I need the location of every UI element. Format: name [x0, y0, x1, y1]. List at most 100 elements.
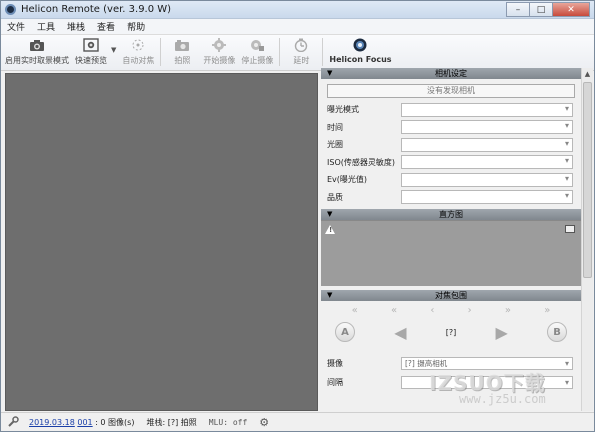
helicon-focus-label: Helicon Focus: [329, 55, 392, 64]
histogram-header[interactable]: ▼ 直方图: [321, 209, 581, 220]
set-a-button[interactable]: A: [335, 322, 355, 342]
menu-stack[interactable]: 堆栈: [67, 20, 85, 33]
step-back-icon[interactable]: ‹: [430, 305, 434, 319]
interval-select[interactable]: [401, 376, 573, 389]
set-b-button[interactable]: B: [547, 322, 567, 342]
panel-scrollbar[interactable]: ▲: [581, 68, 593, 411]
forward-icon[interactable]: »: [505, 305, 511, 319]
fast-forward-icon[interactable]: »: [544, 305, 550, 319]
start-shooting-button[interactable]: 开始摄像: [203, 38, 235, 66]
autofocus-button[interactable]: 自动对焦: [122, 38, 154, 66]
live-view-area[interactable]: [5, 73, 318, 411]
autofocus-label: 自动对焦: [122, 56, 155, 65]
menu-file[interactable]: 文件: [7, 20, 25, 33]
aperture-select[interactable]: [401, 137, 573, 152]
collapse-triangle-icon: ▼: [327, 69, 333, 77]
menu-view[interactable]: 查看: [97, 20, 115, 33]
mlu-status: MLU: off: [208, 417, 248, 427]
session-number-link[interactable]: 001: [77, 418, 92, 427]
warning-icon: [325, 225, 335, 234]
exposure-mode-select[interactable]: [401, 102, 573, 117]
field-label: 摄像: [327, 359, 343, 368]
no-camera-button[interactable]: 没有发现相机: [327, 84, 575, 98]
shutter-time-select[interactable]: [401, 120, 573, 135]
quick-preview-button[interactable]: 快速预览: [75, 38, 107, 66]
helicon-focus-icon: [352, 38, 368, 52]
image-count: : 0 图像(s): [95, 417, 135, 427]
field-label: 品质: [327, 192, 343, 202]
quality-row: 品质: [321, 189, 581, 207]
ev-select[interactable]: [401, 172, 573, 187]
arrow-left-icon[interactable]: ◀: [394, 323, 406, 342]
toolbar-separator: [322, 38, 324, 66]
field-label: 间隔: [327, 378, 343, 387]
back-icon[interactable]: «: [391, 305, 397, 319]
title-bar: Helicon Remote (ver. 3.9.0 W) – □ ✕: [1, 1, 594, 19]
preview-icon: [83, 38, 99, 52]
chevron-down-icon[interactable]: ▼: [111, 46, 116, 54]
gear-stop-icon: [249, 38, 265, 52]
scrollbar-thumb[interactable]: [583, 82, 592, 278]
toolbar-separator: [160, 38, 162, 66]
toolbar: 启用实时取景模式 快速预览 ▼ 自动对焦 拍照 开始摄像 停止摄像 延时 Hel…: [1, 35, 594, 71]
stop-shooting-button[interactable]: 停止摄像: [241, 38, 273, 66]
shoot-button[interactable]: 拍照: [167, 38, 197, 66]
minimize-button[interactable]: –: [506, 2, 530, 17]
focus-position-value: [?]: [445, 327, 457, 337]
timer-icon: [293, 38, 309, 52]
wrench-icon[interactable]: [7, 416, 19, 428]
app-logo-icon: [5, 4, 16, 15]
delay-button[interactable]: 延时: [286, 38, 316, 66]
focus-bracketing-area: « « ‹ › » » A ◀ [?] ▶ B 摄像 [?] 摄高相机 间隔: [321, 301, 581, 411]
step-forward-icon[interactable]: ›: [468, 305, 472, 319]
histogram-title: 直方图: [439, 210, 463, 219]
field-label: 光圈: [327, 140, 343, 150]
collapse-triangle-icon: ▼: [327, 291, 333, 299]
live-view-label: 启用实时取景模式: [5, 56, 69, 65]
menu-tools[interactable]: 工具: [37, 20, 55, 33]
field-label: ISO(传感器灵敏度): [327, 157, 395, 167]
iso-row: ISO(传感器灵敏度): [321, 154, 581, 172]
shots-row: 摄像 [?] 摄高相机: [321, 355, 581, 372]
field-label: 时间: [327, 122, 343, 132]
iso-select[interactable]: [401, 155, 573, 170]
autofocus-icon: [130, 38, 146, 52]
ev-row: Ev(曝光值): [321, 171, 581, 189]
toolbar-separator: [279, 38, 281, 66]
settings-panel: ▼ 相机设定 没有发现相机 曝光模式 时间 光圈 ISO(传感器灵敏度) Ev(…: [321, 68, 581, 411]
delay-label: 延时: [293, 56, 310, 65]
gear-play-icon: [211, 38, 227, 52]
menu-bar: 文件 工具 堆栈 查看 帮助: [1, 19, 594, 35]
window-title: Helicon Remote (ver. 3.9.0 W): [21, 4, 172, 15]
close-button[interactable]: ✕: [552, 2, 590, 17]
menu-help[interactable]: 帮助: [127, 20, 145, 33]
shutter-time-row: 时间: [321, 119, 581, 137]
focus-bracketing-title: 对焦包围: [435, 291, 467, 300]
aperture-row: 光圈: [321, 136, 581, 154]
gear-icon[interactable]: ⚙: [259, 416, 269, 429]
camera-icon: [29, 38, 45, 52]
focus-bracketing-header[interactable]: ▼ 对焦包围: [321, 290, 581, 301]
session-date-link[interactable]: 2019.03.18: [29, 418, 75, 427]
shutter-icon: [174, 38, 190, 52]
arrow-right-icon[interactable]: ▶: [495, 323, 507, 342]
quick-preview-label: 快速预览: [75, 56, 107, 65]
scroll-up-icon[interactable]: ▲: [582, 68, 593, 80]
camera-settings-title: 相机设定: [435, 69, 467, 78]
shoot-label: 拍照: [174, 56, 191, 65]
live-view-button[interactable]: 启用实时取景模式: [5, 38, 69, 66]
fast-back-icon[interactable]: «: [352, 305, 358, 319]
camera-settings-header[interactable]: ▼ 相机设定: [321, 68, 581, 79]
shots-select[interactable]: [?] 摄高相机: [401, 357, 573, 370]
histogram-camera-icon[interactable]: [565, 225, 575, 233]
field-label: Ev(曝光值): [327, 175, 368, 185]
start-shooting-label: 开始摄像: [203, 56, 236, 65]
quality-select[interactable]: [401, 190, 573, 205]
collapse-triangle-icon: ▼: [327, 210, 333, 218]
helicon-focus-button[interactable]: Helicon Focus: [329, 38, 392, 64]
exposure-mode-row: 曝光模式: [321, 101, 581, 119]
app-window: Helicon Remote (ver. 3.9.0 W) – □ ✕ 文件 工…: [0, 0, 595, 432]
focus-ab-row: A ◀ [?] ▶ B: [321, 319, 581, 345]
maximize-button[interactable]: □: [529, 2, 553, 17]
field-label: 曝光模式: [327, 105, 359, 115]
